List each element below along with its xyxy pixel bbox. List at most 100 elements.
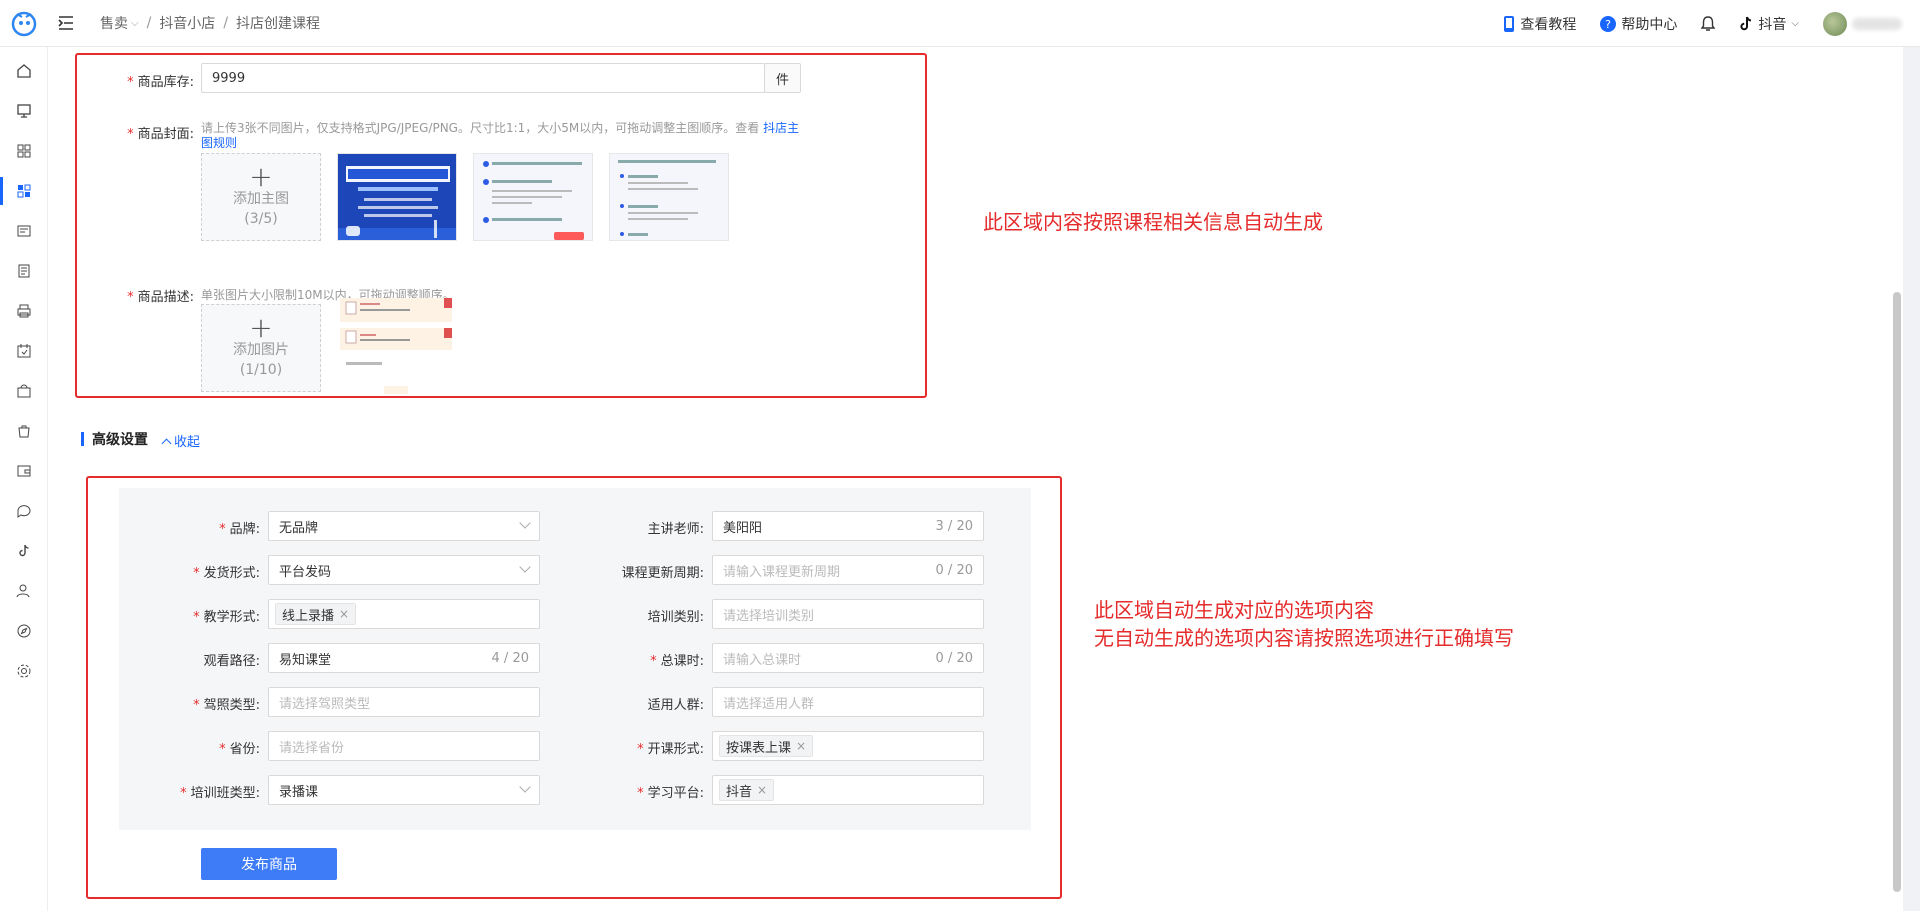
description-thumbnail[interactable]: [340, 298, 452, 394]
study-platform-label: * 学习平台:: [637, 786, 704, 801]
teaching-form-label: * 教学形式:: [193, 610, 260, 625]
brand-label: * 品牌:: [219, 522, 260, 537]
teaching-form-select[interactable]: 线上录播 ×: [268, 599, 540, 629]
avatar: [1823, 11, 1847, 36]
breadcrumb-separator: /: [146, 15, 152, 31]
chat-icon[interactable]: [14, 501, 34, 521]
news-icon[interactable]: [14, 221, 34, 241]
breadcrumb: 售卖 ⌵ / 抖音小店 / 抖店创建课程: [100, 13, 320, 33]
total-hours-input[interactable]: 请输入总课时 0 / 20: [712, 643, 984, 673]
license-type-label: * 驾照类型:: [193, 698, 260, 713]
users-icon[interactable]: [14, 581, 34, 601]
stock-input[interactable]: 9999: [201, 63, 765, 93]
presentation-icon[interactable]: [14, 101, 34, 121]
document-icon[interactable]: [14, 261, 34, 281]
char-count: 0 / 20: [935, 650, 973, 666]
watch-path-input[interactable]: 易知课堂 4 / 20: [268, 643, 540, 673]
advanced-settings-title: 高级设置: [81, 429, 148, 449]
province-select[interactable]: 请选择省份: [268, 731, 540, 761]
header-actions: 查看教程 ? 帮助中心 抖音 ⌵: [1503, 0, 1902, 47]
calendar-icon[interactable]: [14, 341, 34, 361]
add-cover-upload[interactable]: + 添加主图 (3/5): [201, 153, 321, 241]
annotation-note-top: 此区域内容按照课程相关信息自动生成: [983, 210, 1323, 234]
cover-thumbnail[interactable]: [473, 153, 593, 241]
grid-icon[interactable]: [14, 141, 34, 161]
scrollbar[interactable]: [1893, 292, 1901, 892]
breadcrumb-item-douyin-shop[interactable]: 抖音小店: [159, 13, 215, 33]
add-cover-label: 添加主图: [233, 191, 289, 207]
sidebar: [0, 47, 48, 911]
close-icon[interactable]: ×: [757, 783, 767, 797]
class-mode-select[interactable]: 按课表上课 ×: [712, 731, 984, 761]
study-platform-tag: 抖音 ×: [719, 779, 775, 801]
publish-product-button[interactable]: 发布商品: [201, 848, 337, 880]
teacher-label: 主讲老师:: [647, 522, 704, 537]
home-icon[interactable]: [14, 61, 34, 81]
breadcrumb-item-sell[interactable]: 售卖: [100, 13, 128, 33]
audience-label: 适用人群:: [647, 698, 704, 713]
menu-fold-icon[interactable]: [54, 11, 78, 35]
total-hours-label: * 总课时:: [650, 654, 704, 669]
tutorial-link[interactable]: 查看教程: [1503, 14, 1576, 34]
cover-label: * 商品封面:: [127, 127, 194, 142]
add-description-upload[interactable]: + 添加图片 (1/10): [201, 304, 321, 392]
platform-label: 抖音: [1758, 16, 1787, 33]
compass-icon[interactable]: [14, 621, 34, 641]
tiktok-icon[interactable]: [14, 541, 34, 561]
close-icon[interactable]: ×: [796, 739, 806, 753]
tutorial-label: 查看教程: [1520, 16, 1577, 33]
breadcrumb-separator: /: [223, 15, 229, 31]
chevron-down-icon: [519, 781, 531, 793]
stock-unit: 件: [764, 63, 801, 93]
update-cycle-label: 课程更新周期:: [621, 566, 704, 581]
notification-bell-icon[interactable]: [1701, 15, 1716, 32]
teacher-input[interactable]: 美阳阳 3 / 20: [712, 511, 984, 541]
settings-gear-icon[interactable]: [14, 661, 34, 681]
audience-select[interactable]: 请选择适用人群: [712, 687, 984, 717]
phone-icon: [1504, 15, 1515, 32]
printer-icon[interactable]: [14, 301, 34, 321]
plus-icon: +: [249, 160, 273, 193]
annotation-note-bottom-1: 此区域自动生成对应的选项内容: [1094, 598, 1374, 622]
svg-text:?: ?: [1605, 18, 1611, 31]
user-menu[interactable]: [1823, 11, 1902, 36]
help-center-link[interactable]: ? 帮助中心: [1600, 14, 1677, 34]
wallet-icon[interactable]: [14, 461, 34, 481]
license-type-select[interactable]: 请选择驾照类型: [268, 687, 540, 717]
class-mode-label: * 开课形式:: [637, 742, 704, 757]
close-icon[interactable]: ×: [339, 607, 349, 621]
char-count: 4 / 20: [491, 650, 529, 666]
cover-thumbnail[interactable]: [609, 153, 729, 241]
platform-switcher[interactable]: 抖音 ⌵: [1739, 14, 1799, 34]
description-label: * 商品描述:: [127, 290, 194, 305]
chevron-down-icon[interactable]: ⌵: [131, 18, 139, 29]
bag-icon[interactable]: [14, 381, 34, 401]
study-platform-select[interactable]: 抖音 ×: [712, 775, 984, 805]
username-blurred: [1852, 17, 1902, 30]
top-bar: 售卖 ⌵ / 抖音小店 / 抖店创建课程 查看教程 ? 帮助中心 抖音 ⌵: [0, 0, 1920, 47]
brand-select[interactable]: 无品牌: [268, 511, 540, 541]
annotation-note-bottom-2: 无自动生成的选项内容请按照选项进行正确填写: [1094, 626, 1514, 650]
add-cover-count: (3/5): [244, 211, 278, 227]
watch-path-label: 观看路径:: [203, 654, 260, 669]
chevron-down-icon: [519, 561, 531, 573]
char-count: 0 / 20: [935, 562, 973, 578]
shopping-bag-icon[interactable]: [14, 421, 34, 441]
breadcrumb-item-current: 抖店创建课程: [236, 16, 321, 32]
cover-hint: 请上传3张不同图片，仅支持格式JPG/JPEG/PNG。尺寸比1:1，大小5M以…: [201, 121, 800, 150]
char-count: 3 / 20: [935, 518, 973, 534]
collapse-toggle[interactable]: 收起: [161, 431, 200, 450]
plus-icon: +: [249, 311, 273, 344]
delivery-select[interactable]: 平台发码: [268, 555, 540, 585]
class-mode-tag: 按课表上课 ×: [719, 735, 814, 757]
class-type-select[interactable]: 录播课: [268, 775, 540, 805]
training-category-select[interactable]: 请选择培训类别: [712, 599, 984, 629]
add-description-label: 添加图片: [233, 342, 289, 358]
add-description-count: (1/10): [239, 362, 283, 378]
help-icon: ?: [1600, 15, 1617, 32]
app-logo[interactable]: [0, 0, 48, 47]
cover-thumbnail[interactable]: [337, 153, 457, 241]
shop-apps-icon[interactable]: [0, 177, 34, 205]
update-cycle-input[interactable]: 请输入课程更新周期 0 / 20: [712, 555, 984, 585]
delivery-label: * 发货形式:: [193, 566, 260, 581]
